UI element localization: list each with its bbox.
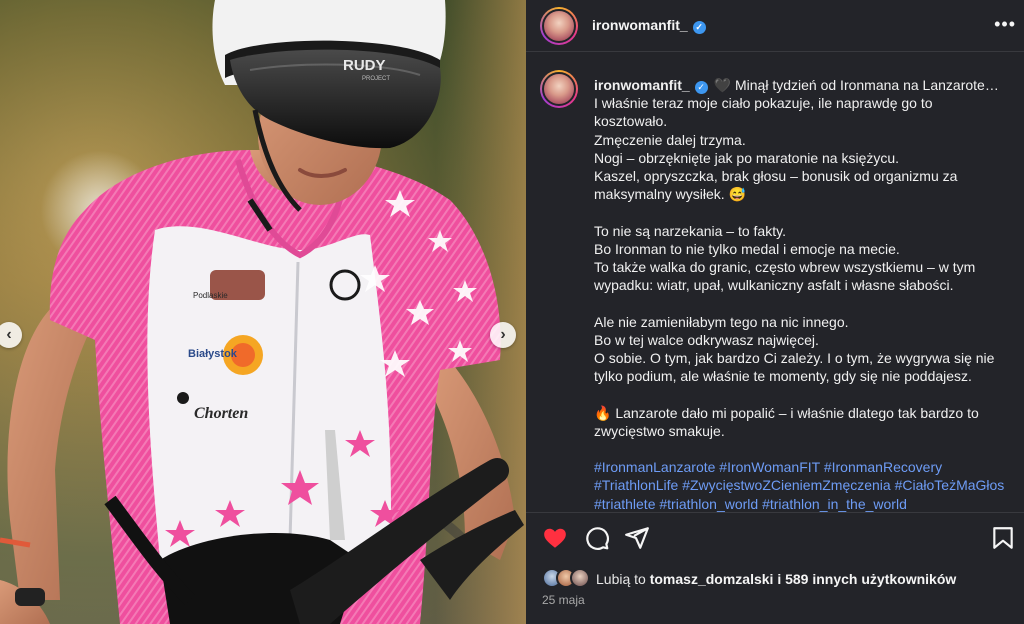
caption-line: O sobie. O tym, jak bardzo Ci zależy. I … [594,350,995,367]
caption-line: kosztowało. [594,113,668,130]
author-username-text[interactable]: ironwomanfit_ [592,17,688,33]
caption-line: wypadku: wiatr, upał, wulkaniczny asfalt… [594,277,954,294]
caption-line: zwycięstwo smakuje. [594,422,725,439]
sponsor-chorten: Chorten [194,405,248,422]
next-image-button[interactable]: › [490,322,516,348]
likes-others-link[interactable]: i 589 innych użytkowników [773,571,956,587]
caption-line: Ale nie zamieniłabym tego na nic innego. [594,313,849,330]
more-options-icon[interactable]: ••• [994,14,1016,35]
post-actions-bar: Lubią to tomasz_domzalski i 589 innych u… [526,512,1024,622]
verified-badge-icon: ✓ [692,21,706,34]
post-caption: ironwomanfit_ ✓ 🖤 Minął tydzień od Ironman… [594,76,1012,512]
caption-line: Bo w tej walce odkrywasz najwięcej. [594,331,819,348]
comment-icon[interactable] [584,525,610,551]
likes-prefix: Lubią to [596,571,650,587]
caption-line [594,385,1012,403]
likers-avatars[interactable] [542,568,602,590]
post-header: ironwomanfit_ ✓ ••• [526,0,1024,52]
hashtag-line[interactable]: #TriathlonLife #ZwycięstwoZCieniemZmęcze… [594,476,1012,494]
caption-line: Kaszel, opryszczka, brak głosu – bonusik… [594,168,958,185]
caption-line: I właśnie teraz moje ciało pokazuje, ile… [594,95,933,112]
caption-line [594,203,1012,221]
post-photo[interactable]: RUDY PROJECT Podlaskie Białystok Chorten… [0,0,526,624]
caption-scroll-area[interactable]: ironwomanfit_ ✓ 🖤 Minął tydzień od Ironman… [526,52,1024,512]
author-avatar[interactable] [540,7,578,45]
send-icon[interactable] [624,525,650,551]
hashtag-line[interactable]: #triathlete #triathlon_world #triathlon_… [594,495,1012,512]
caption-line: Bo Ironman to nie tylko medal i emocje n… [594,240,900,257]
sponsor-podlaskie: Podlaskie [193,291,228,300]
caption-line: ironwomanfit_ ✓ 🖤 Minął tydzień od Ironman… [594,76,1012,94]
athlete-illustration: RUDY PROJECT Podlaskie Białystok Chorten [0,0,524,624]
caption-text: 🖤 Minął tydzień od Ironmana na Lanzarote… [713,77,999,93]
helmet-brand-text: RUDY [343,57,386,74]
hashtag-line[interactable]: #IronmanLanzarote #IronWomanFIT #Ironman… [594,458,1012,476]
caption-line: maksymalny wysiłek. 😅 [594,186,747,203]
post-side-panel: ironwomanfit_ ✓ ••• ironwomanfit_ ✓ 🖤 Minął… [526,0,1024,624]
caption-line: Nogi – obrzęknięte jak po maratonie na k… [594,149,900,166]
caption-line: To nie są narzekania – to fakty. [594,222,786,239]
sponsor-bialystok: Białystok [188,348,238,360]
caption-line: 🔥 Lanzarote dało mi popalić – i właśnie … [594,404,979,421]
caption-author-avatar[interactable] [540,70,578,108]
helmet-brand-sub-text: PROJECT [362,76,390,82]
liker-avatar[interactable] [570,568,590,588]
post-date[interactable]: 25 maja [542,593,585,607]
caption-line [594,440,1012,458]
bookmark-icon[interactable] [990,525,1016,551]
verified-badge-icon: ✓ [694,81,708,94]
author-username[interactable]: ironwomanfit_ ✓ [592,17,706,34]
likes-summary[interactable]: Lubią to tomasz_domzalski i 589 innych u… [596,571,956,587]
caption-line [594,294,1012,312]
caption-line: tylko podium, ale właśnie te momenty, gd… [594,368,972,385]
caption-line: Zmęczenie dalej trzyma. [594,131,746,148]
heart-filled-icon[interactable] [542,525,568,551]
caption-username[interactable]: ironwomanfit_ [594,77,690,93]
likes-user-link[interactable]: tomasz_domzalski [650,571,774,587]
caption-line: To także walka do granic, często wbrew w… [594,259,976,276]
